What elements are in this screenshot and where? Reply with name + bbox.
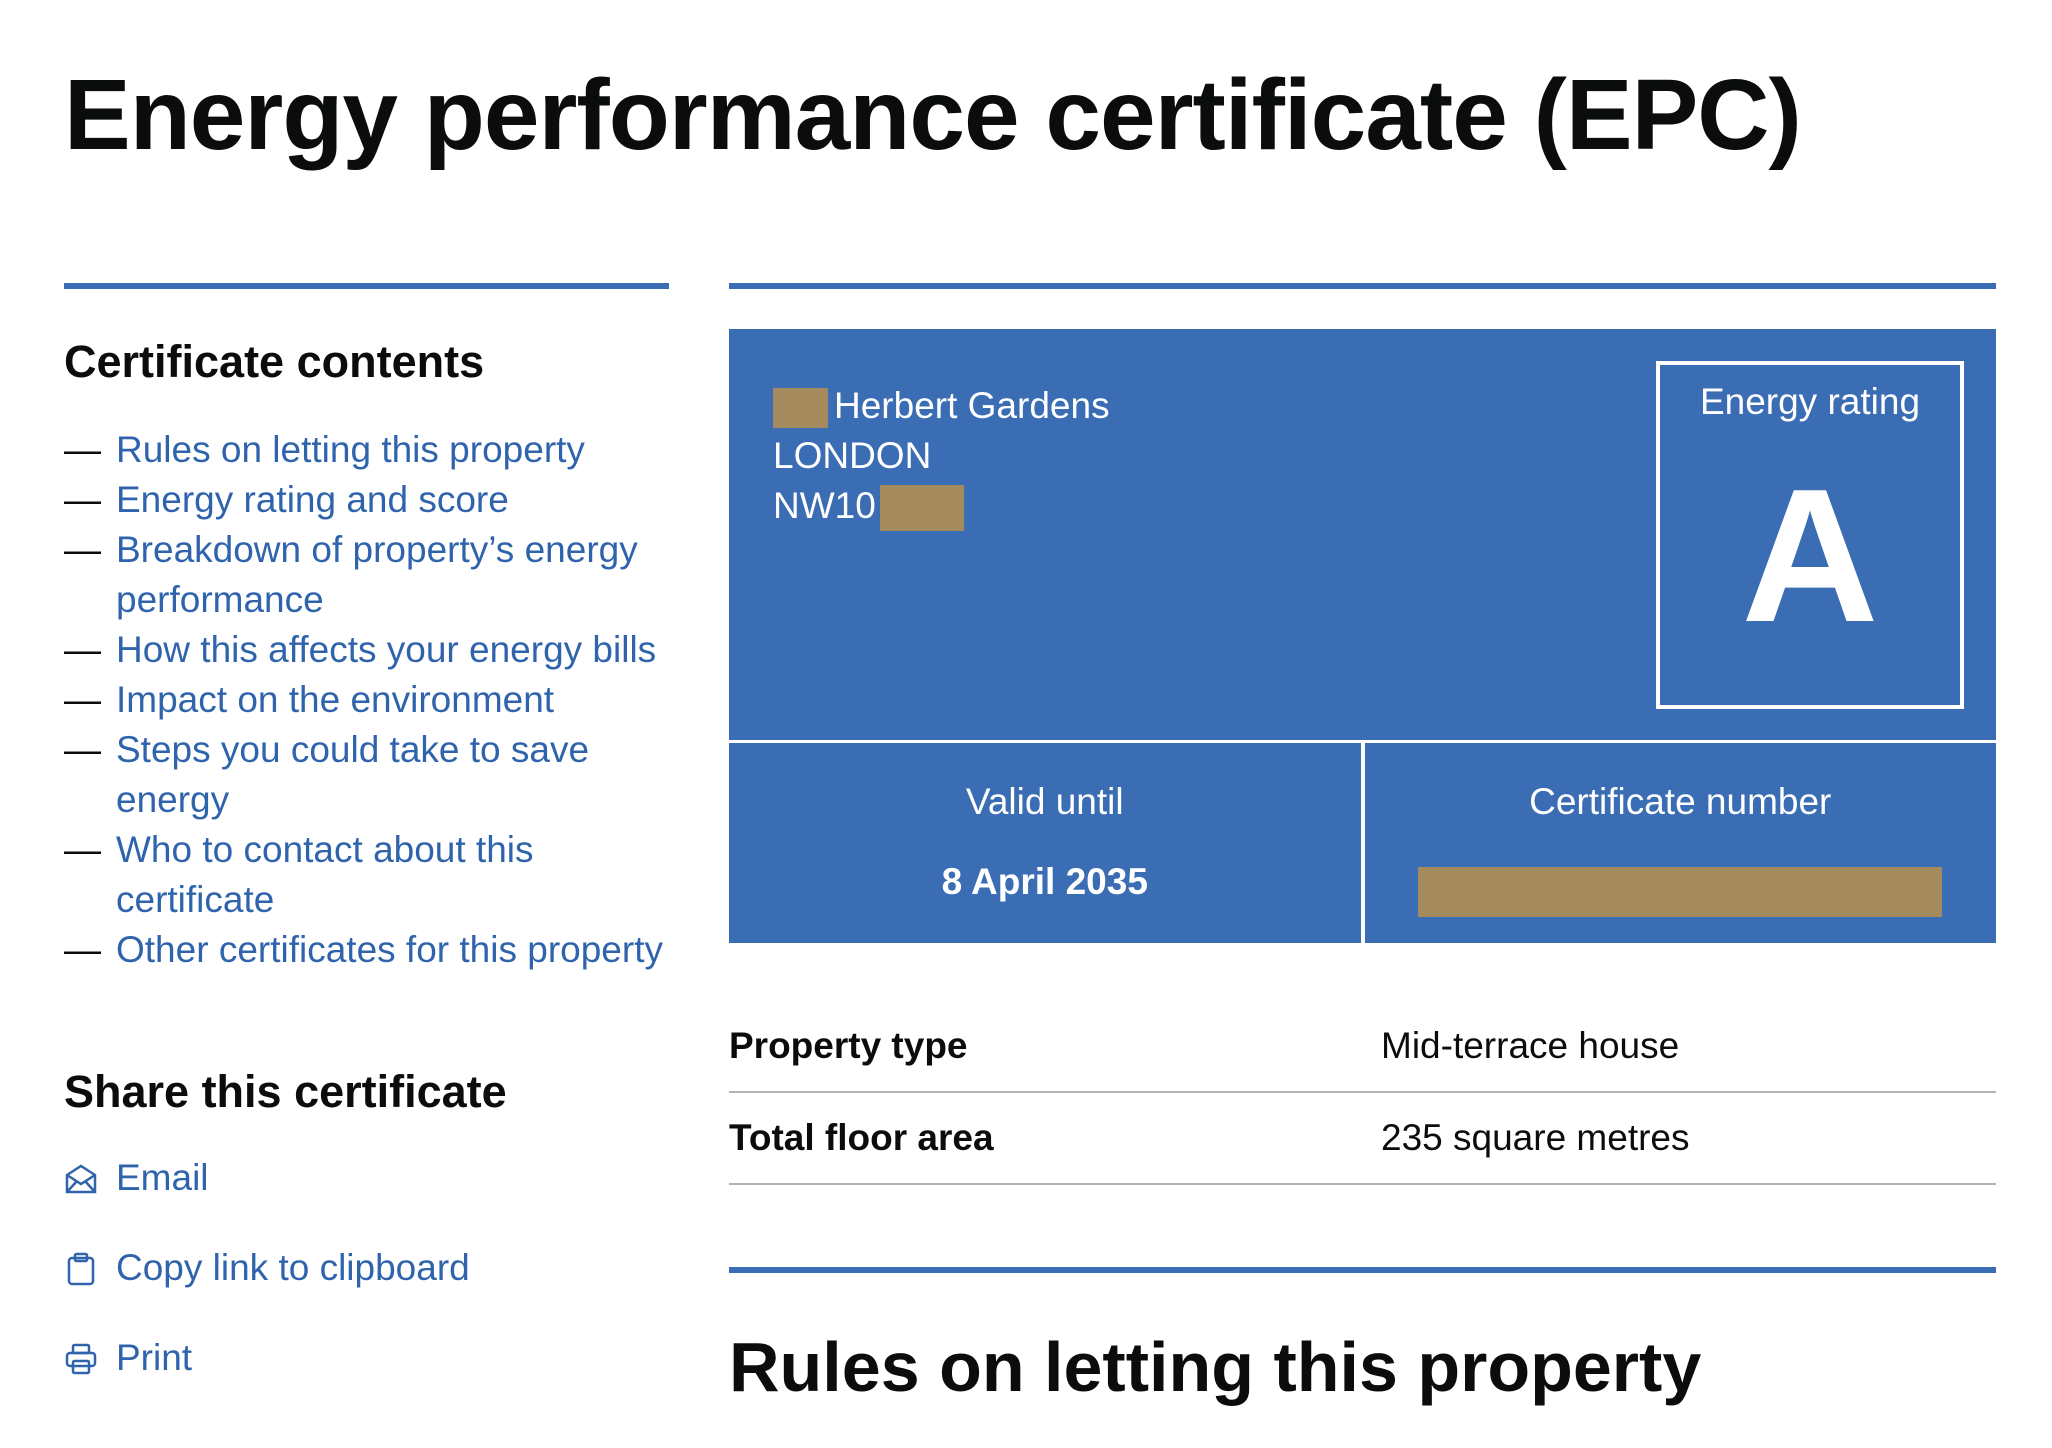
printer-icon [65,1343,97,1375]
energy-rating-letter: A [1741,450,1879,662]
dash-icon: — [64,529,101,570]
contents-item: — Other certificates for this property [64,925,669,975]
contents-item: — How this affects your energy bills [64,625,669,675]
contents-list: — Rules on letting this property — Energy … [64,425,669,975]
contents-link-energy-bills[interactable]: How this affects your energy bills [116,629,656,670]
contents-link-rules-on-letting[interactable]: Rules on letting this property [116,429,585,470]
summary-row: Property type Mid-terrace house [729,1001,1996,1093]
clipboard-icon [67,1252,95,1286]
redacted-certificate-number [1418,867,1943,917]
share-item: Print [64,1333,669,1423]
redacted-house-number [773,388,828,429]
share-item: Copy link to clipboard [64,1243,669,1333]
address-line-2: LONDON [773,435,932,476]
contents-heading: Certificate contents [64,336,485,387]
energy-rating-box: Energy rating A [1656,361,1964,709]
valid-until-value: 8 April 2035 [941,861,1148,902]
contents-link-who-to-contact[interactable]: Who to contact about this certificate [116,829,534,920]
contents-link-other-certificates[interactable]: Other certificates for this property [116,929,663,970]
contents-link-energy-rating[interactable]: Energy rating and score [116,479,509,520]
contents-item: — Impact on the environment [64,675,669,725]
contents-item: — Energy rating and score [64,475,669,525]
certificate-number-label: Certificate number [1529,781,1832,822]
valid-until-cell: Valid until 8 April 2035 [729,743,1361,943]
section-divider [729,1267,1996,1273]
summary-value: 235 square metres [1381,1117,1690,1158]
dash-icon: — [64,479,101,520]
dash-icon: — [64,629,101,670]
dash-icon: — [64,829,101,870]
epc-page: Energy performance certificate (EPC) Cer… [0,0,2052,1448]
card-footer: Valid until 8 April 2035 Certificate num… [729,743,1996,943]
address-line-3: NW10 [773,481,1110,532]
street-name: Herbert Gardens [834,385,1110,426]
sidebar: Certificate contents — Rules on letting t… [64,283,669,1423]
contents-item: — Steps you could take to save energy [64,725,669,825]
energy-rating-label: Energy rating [1699,381,1921,422]
sidebar-divider [64,283,669,289]
share-email-link[interactable]: Email [116,1157,209,1198]
dash-icon: — [64,429,101,470]
dash-icon: — [64,729,101,770]
print-button[interactable]: Print [116,1337,192,1378]
contents-link-environment[interactable]: Impact on the environment [116,679,554,720]
contents-item: — Breakdown of property’s energy performa… [64,525,669,625]
contents-link-save-energy[interactable]: Steps you could take to save energy [116,729,589,820]
dash-icon: — [64,679,101,720]
summary-key: Property type [729,1025,968,1066]
dash-icon: — [64,929,101,970]
contents-item: — Who to contact about this certificate [64,825,669,925]
postcode: NW10 [773,485,876,526]
summary-value: Mid-terrace house [1381,1025,1680,1066]
valid-until-label: Valid until [965,781,1124,822]
email-icon [65,1164,97,1194]
page-title: Energy performance certificate (EPC) [64,59,1802,171]
contents-link-breakdown[interactable]: Breakdown of property’s energy performan… [116,529,638,620]
summary-key: Total floor area [729,1117,994,1158]
contents-item: — Rules on letting this property [64,425,669,475]
share-list: Email Copy link to clipboard Print [64,1153,669,1423]
epc-summary-card: Herbert Gardens LONDON NW10 Energy ratin… [729,329,1996,943]
main-content: Herbert Gardens LONDON NW10 Energy ratin… [729,283,1996,1409]
summary-row: Total floor area 235 square metres [729,1093,1996,1185]
share-heading: Share this certificate [64,1066,507,1117]
section-heading-rules-on-letting: Rules on letting this property [729,1328,1702,1406]
property-address: Herbert Gardens LONDON NW10 [773,381,1110,532]
copy-link-button[interactable]: Copy link to clipboard [116,1247,470,1288]
address-line-1: Herbert Gardens [773,381,1110,431]
main-divider [729,283,1996,289]
property-summary: Property type Mid-terrace house Total fl… [729,1001,1996,1185]
redacted-postcode [879,485,964,532]
share-item: Email [64,1153,669,1243]
card-header: Herbert Gardens LONDON NW10 Energy ratin… [729,329,1996,743]
certificate-number-cell: Certificate number [1360,743,1997,943]
